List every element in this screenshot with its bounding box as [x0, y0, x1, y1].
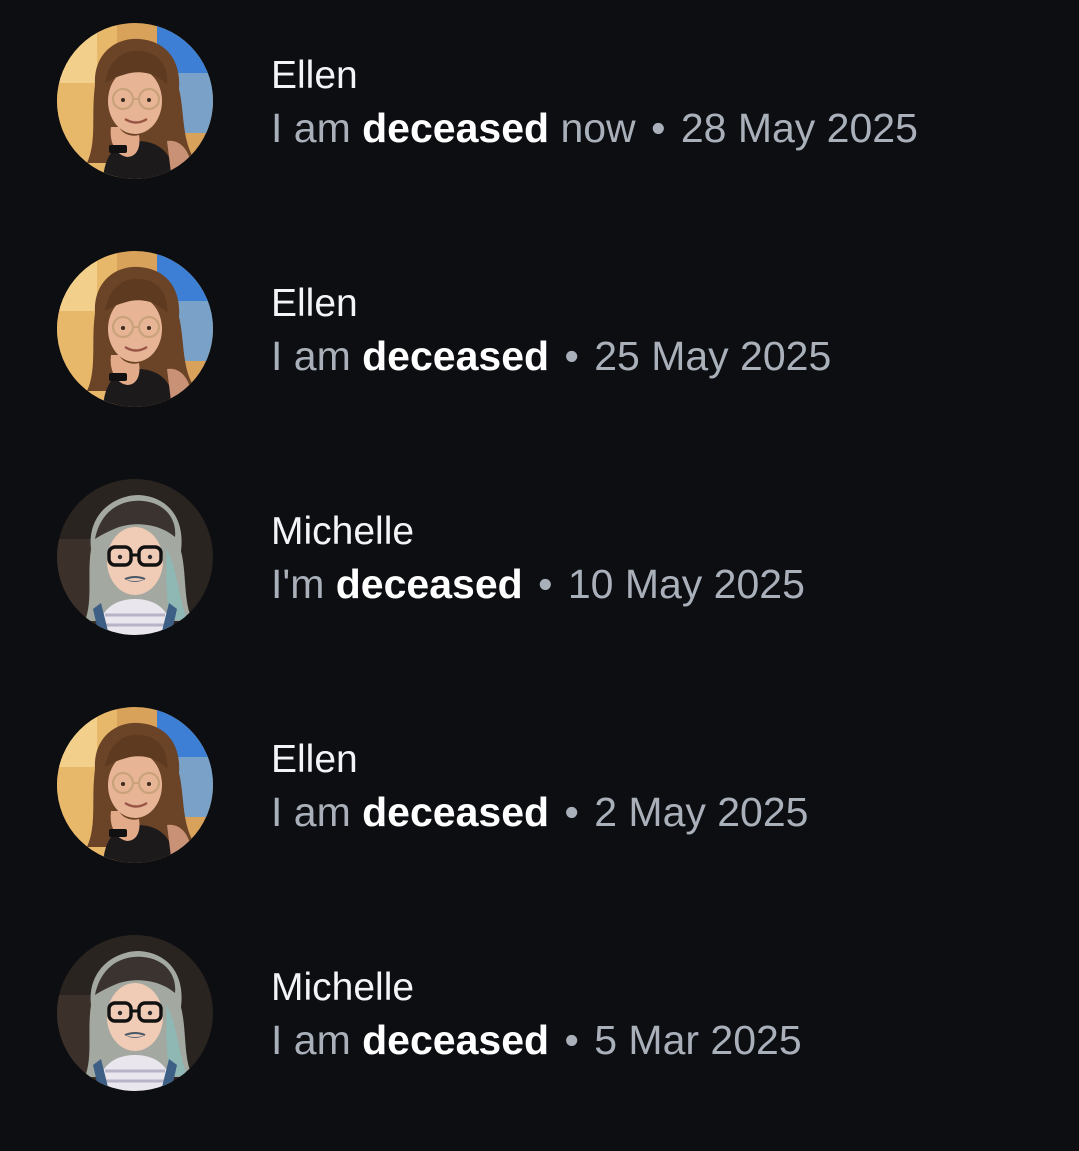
- list-item[interactable]: Michelle I'm deceased • 10 May 2025: [0, 466, 1079, 656]
- entry-date: 2 May 2025: [594, 789, 809, 835]
- avatar[interactable]: [57, 251, 213, 407]
- entry-keyword: deceased: [362, 333, 550, 379]
- avatar[interactable]: [57, 707, 213, 863]
- entry-prefix: I am: [271, 1017, 363, 1063]
- user-name[interactable]: Michelle: [271, 512, 414, 551]
- entry-prefix: I am: [271, 789, 363, 835]
- ellen-avatar-image: [57, 707, 213, 863]
- user-name[interactable]: Ellen: [271, 740, 358, 779]
- list-item[interactable]: Ellen I am deceased • 2 May 2025: [0, 694, 1079, 884]
- entry-date: 28 May 2025: [680, 105, 918, 151]
- avatar[interactable]: [57, 479, 213, 635]
- entry-keyword: deceased: [335, 561, 523, 607]
- separator-dot: •: [564, 789, 579, 835]
- entry-description: I am deceased • 25 May 2025: [271, 336, 831, 377]
- list-item[interactable]: Ellen I am deceased • 25 May 2025: [0, 238, 1079, 428]
- entry-date: 5 Mar 2025: [594, 1017, 802, 1063]
- list-item[interactable]: Michelle I am deceased • 5 Mar 2025: [0, 922, 1079, 1112]
- ellen-avatar-image: [57, 23, 213, 179]
- ellen-avatar-image: [57, 251, 213, 407]
- entry-date: 25 May 2025: [594, 333, 832, 379]
- user-name[interactable]: Ellen: [271, 284, 358, 323]
- entry-description: I am deceased • 5 Mar 2025: [271, 1020, 802, 1061]
- separator-dot: •: [564, 333, 579, 379]
- entry-keyword: deceased: [362, 789, 550, 835]
- user-name[interactable]: Michelle: [271, 968, 414, 1007]
- list-item[interactable]: Ellen I am deceased now • 28 May 2025: [0, 10, 1079, 200]
- separator-dot: •: [538, 561, 553, 607]
- avatar[interactable]: [57, 23, 213, 179]
- entry-date: 10 May 2025: [567, 561, 805, 607]
- entry-keyword: deceased: [362, 1017, 550, 1063]
- entry-description: I am deceased • 2 May 2025: [271, 792, 808, 833]
- separator-dot: •: [651, 105, 666, 151]
- entry-description: I am deceased now • 28 May 2025: [271, 108, 918, 149]
- separator-dot: •: [564, 1017, 579, 1063]
- michelle-avatar-image: [57, 935, 213, 1091]
- entry-suffix: now: [549, 105, 636, 151]
- michelle-avatar-image: [57, 479, 213, 635]
- activity-list: Ellen I am deceased now • 28 May 2025 El…: [0, 0, 1079, 1151]
- entry-keyword: deceased: [362, 105, 550, 151]
- entry-description: I'm deceased • 10 May 2025: [271, 564, 805, 605]
- user-name[interactable]: Ellen: [271, 56, 358, 95]
- entry-prefix: I'm: [271, 561, 336, 607]
- avatar[interactable]: [57, 935, 213, 1091]
- entry-prefix: I am: [271, 333, 363, 379]
- entry-prefix: I am: [271, 105, 363, 151]
